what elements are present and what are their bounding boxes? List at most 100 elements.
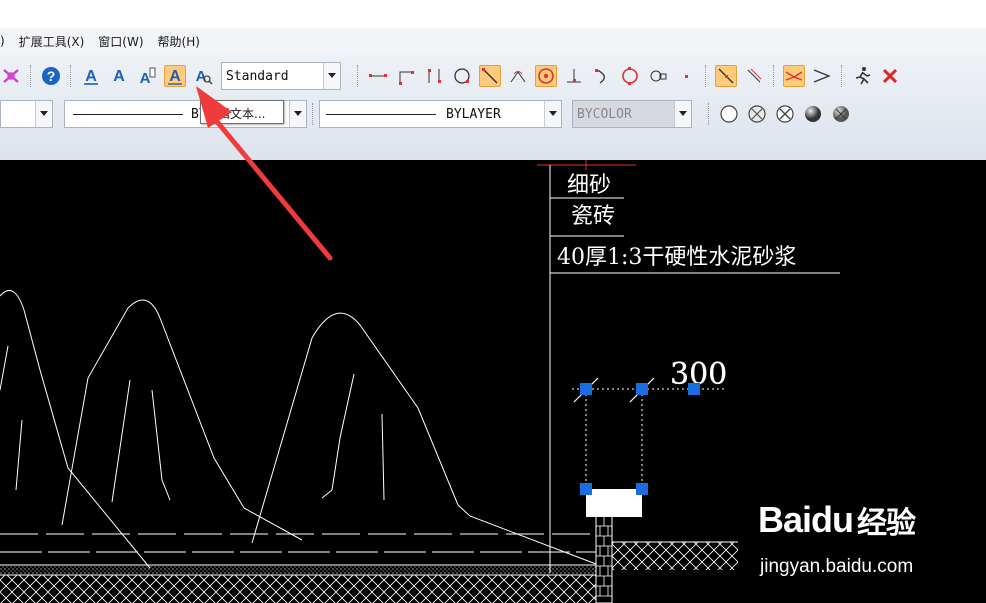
dim-angle-button[interactable] — [507, 65, 529, 87]
svg-text:?: ? — [47, 68, 56, 84]
text-icon: A — [113, 68, 125, 85]
dimension-vertical-icon — [428, 69, 441, 83]
cad-label-ceramic-tile[interactable]: 瓷砖 — [571, 204, 615, 229]
chevron-down-icon[interactable] — [544, 101, 561, 127]
window-top-strip — [0, 0, 986, 28]
dim-edit-button[interactable] — [743, 65, 765, 87]
toolbar-separator — [708, 103, 710, 125]
text-underline-icon: A — [84, 68, 98, 85]
sphere-edges-icon — [833, 106, 849, 122]
dim-ordinate-button[interactable] — [563, 65, 585, 87]
cad-label-mortar[interactable]: 40厚1:3干硬性水泥砂浆 — [557, 245, 796, 270]
watermark-brand-cn: 经验 — [857, 507, 916, 540]
text-style-button[interactable]: A — [136, 65, 158, 87]
dim-aligned-button[interactable] — [479, 65, 501, 87]
oblique-icon — [718, 68, 734, 84]
point-icon — [685, 75, 688, 78]
running-man-icon — [855, 67, 871, 85]
toolbar-separator — [773, 65, 775, 87]
chevron-down-icon[interactable] — [674, 101, 691, 127]
color-value: BYCOLOR — [577, 106, 632, 122]
help-button[interactable]: ? — [40, 65, 62, 87]
layer-select[interactable] — [0, 100, 53, 128]
dim-oblique-button[interactable] — [715, 65, 737, 87]
diameter-icon — [622, 67, 638, 85]
chevron-down-icon[interactable] — [323, 63, 340, 89]
dim-angular-button[interactable] — [395, 65, 417, 87]
chevron-down-icon[interactable] — [35, 101, 52, 127]
dim-radius-button[interactable] — [451, 65, 473, 87]
arc-length-icon — [595, 69, 605, 84]
text-style-select[interactable]: Standard — [221, 62, 341, 90]
help-icon: ? — [42, 67, 60, 85]
watermark-url: jingyan.baidu.com — [760, 556, 914, 577]
sphere-shaded-icon — [805, 106, 821, 122]
text-style-value: Standard — [226, 68, 289, 84]
sand-layer — [0, 565, 596, 575]
render-hidden-button[interactable] — [746, 103, 768, 125]
erase-icon — [3, 69, 19, 83]
grip-handle[interactable] — [636, 483, 648, 495]
cancel-button[interactable] — [879, 65, 901, 87]
diagonal-line-icon — [482, 68, 498, 84]
toolbar-separator — [705, 65, 707, 87]
circle-cross-icon — [748, 105, 766, 123]
menu-item-extension-tools[interactable]: 扩展工具(X) — [19, 33, 85, 50]
cad-label-fine-sand[interactable]: 细砂 — [567, 173, 611, 198]
render-wire-button[interactable] — [718, 103, 740, 125]
circle-x-icon — [776, 105, 794, 123]
menu-item-window[interactable]: 窗口(W) — [98, 33, 143, 50]
baidu-logo: Baidu 经验 — [758, 498, 916, 542]
render-gouraud-edges-button[interactable] — [830, 103, 852, 125]
lineweight-select[interactable]: BYLAYER — [319, 100, 562, 128]
break-icon — [785, 71, 803, 81]
mountain-outline — [251, 312, 597, 565]
svg-text:A: A — [169, 68, 181, 85]
mountain-outline — [0, 289, 151, 569]
menu-item-partial[interactable]: ) — [0, 34, 5, 48]
dim-linear-button[interactable] — [367, 65, 389, 87]
toolbar-row-1: ? A A A A A Standard — [0, 59, 904, 93]
watermark-brand: Baidu — [758, 499, 854, 540]
edit-text-button[interactable]: A — [164, 65, 186, 87]
dim-jog-button[interactable] — [811, 65, 833, 87]
lineweight-value: BYLAYER — [446, 106, 501, 122]
dimension-linear-icon — [369, 74, 387, 77]
toolbar-row-2: BY BYLAYER BYCOLOR — [0, 97, 855, 131]
find-text-icon: A — [196, 68, 213, 85]
run-button[interactable] — [851, 65, 873, 87]
render-gouraud-button[interactable] — [802, 103, 824, 125]
find-text-button[interactable]: A — [192, 65, 214, 87]
menu-item-help[interactable]: 帮助(H) — [158, 33, 200, 50]
mountain-detail — [111, 379, 171, 503]
erase-tool-button[interactable] — [0, 65, 22, 87]
grip-handle[interactable] — [580, 483, 592, 495]
earth-hatch-left — [0, 575, 596, 603]
mountain-detail — [0, 345, 23, 491]
dim-leader-button[interactable] — [647, 65, 669, 87]
grip-handle[interactable] — [688, 383, 700, 395]
dim-vertical-button[interactable] — [423, 65, 445, 87]
color-select[interactable]: BYCOLOR — [572, 100, 692, 128]
grip-handle[interactable] — [580, 383, 592, 395]
chevron-down-icon[interactable] — [289, 101, 306, 127]
dim-break-button[interactable] — [783, 65, 805, 87]
multiline-text-button[interactable]: A — [80, 65, 102, 87]
toolbar-area: ? A A A A A Standard BY BYLAYER BYCOLOR — [0, 54, 986, 160]
tooltip: 编辑文本... — [200, 100, 284, 124]
menu-bar: ) 扩展工具(X) 窗口(W) 帮助(H) — [0, 28, 986, 54]
single-line-text-button[interactable]: A — [108, 65, 130, 87]
dim-center-button[interactable] — [535, 65, 557, 87]
dim-diameter-button[interactable] — [619, 65, 641, 87]
toolbar-separator — [70, 65, 72, 87]
grip-handle[interactable] — [636, 383, 648, 395]
dim-point-button[interactable] — [675, 65, 697, 87]
dim-arc-button[interactable] — [591, 65, 613, 87]
render-flat-button[interactable] — [774, 103, 796, 125]
mountain-detail — [321, 373, 385, 501]
center-mark-icon — [538, 68, 554, 84]
svg-text:A: A — [85, 68, 97, 85]
selected-block[interactable] — [586, 489, 642, 517]
dimension-corner-icon — [399, 71, 414, 85]
linetype-preview — [73, 113, 183, 115]
